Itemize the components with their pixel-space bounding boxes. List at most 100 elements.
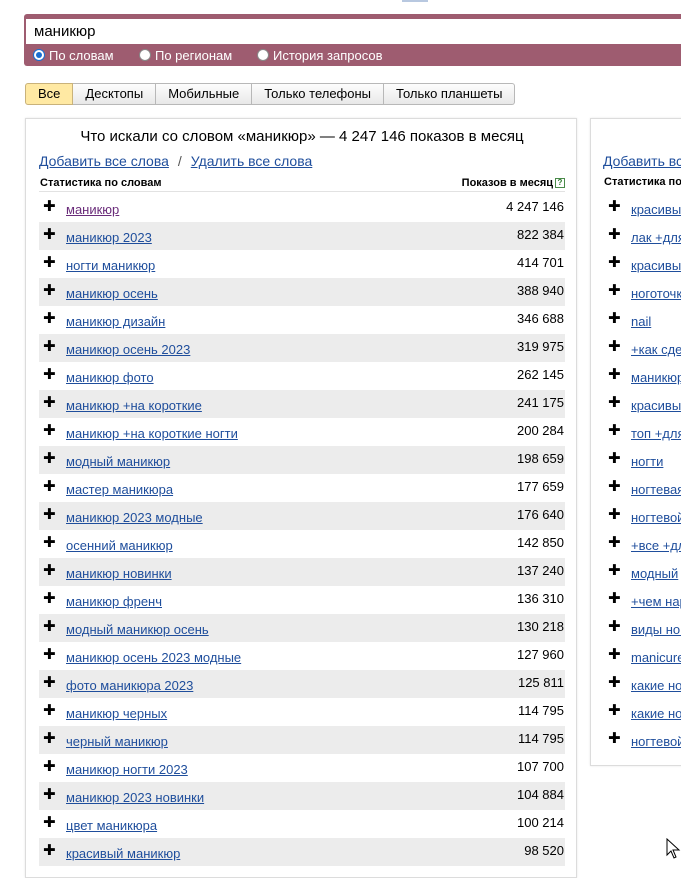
plus-icon[interactable]: ✚ bbox=[608, 449, 621, 467]
plus-icon[interactable]: ✚ bbox=[608, 337, 621, 355]
related-keyword-link[interactable]: модный bbox=[631, 566, 678, 581]
related-keyword-link[interactable]: виды ног bbox=[631, 622, 681, 637]
related-keyword-link[interactable]: ногтевая bbox=[631, 482, 681, 497]
related-keyword-link[interactable]: лак +для bbox=[631, 230, 681, 245]
plus-icon[interactable]: ✚ bbox=[43, 673, 56, 691]
plus-icon[interactable]: ✚ bbox=[608, 225, 621, 243]
related-keyword-link[interactable]: +как сде bbox=[631, 342, 681, 357]
related-keyword-link[interactable]: +чем нар bbox=[631, 594, 681, 609]
related-keyword-link[interactable]: ногти bbox=[631, 454, 663, 469]
related-keyword-link[interactable]: ногтевой bbox=[631, 734, 681, 749]
radio-by-words[interactable] bbox=[33, 49, 45, 61]
tab-all[interactable]: Все bbox=[25, 83, 74, 105]
plus-icon[interactable]: ✚ bbox=[43, 309, 56, 327]
keyword-link[interactable]: маникюр френч bbox=[66, 594, 162, 609]
mode-by-regions[interactable]: По регионам bbox=[139, 48, 257, 63]
keyword-link[interactable]: маникюр +на короткие bbox=[66, 398, 202, 413]
keyword-link[interactable]: маникюр новинки bbox=[66, 566, 172, 581]
related-keyword-link[interactable]: красивы bbox=[631, 398, 681, 413]
keyword-link[interactable]: модный маникюр осень bbox=[66, 622, 209, 637]
plus-icon[interactable]: ✚ bbox=[43, 589, 56, 607]
keyword-link[interactable]: мастер маникюра bbox=[66, 482, 173, 497]
keyword-link[interactable]: черный маникюр bbox=[66, 734, 168, 749]
plus-icon[interactable]: ✚ bbox=[43, 365, 56, 383]
related-keyword-link[interactable]: красивы bbox=[631, 202, 681, 217]
keyword-link[interactable]: красивый маникюр bbox=[66, 846, 180, 861]
plus-icon[interactable]: ✚ bbox=[608, 673, 621, 691]
plus-icon[interactable]: ✚ bbox=[608, 533, 621, 551]
plus-icon[interactable]: ✚ bbox=[608, 253, 621, 271]
radio-history[interactable] bbox=[257, 49, 269, 61]
related-keyword-link[interactable]: ноготочк bbox=[631, 286, 681, 301]
keyword-link[interactable]: маникюр 2023 новинки bbox=[66, 790, 204, 805]
plus-icon[interactable]: ✚ bbox=[608, 365, 621, 383]
plus-icon[interactable]: ✚ bbox=[43, 197, 56, 215]
plus-icon[interactable]: ✚ bbox=[608, 505, 621, 523]
tab-phones-only[interactable]: Только телефоны bbox=[252, 83, 385, 105]
related-keyword-link[interactable]: manicure bbox=[631, 650, 681, 665]
plus-icon[interactable]: ✚ bbox=[43, 281, 56, 299]
plus-icon[interactable]: ✚ bbox=[43, 253, 56, 271]
mode-history[interactable]: История запросов bbox=[257, 48, 383, 63]
keyword-link[interactable]: маникюр ногти 2023 bbox=[66, 762, 188, 777]
plus-icon[interactable]: ✚ bbox=[608, 281, 621, 299]
related-keyword-link[interactable]: какие но bbox=[631, 678, 681, 693]
plus-icon[interactable]: ✚ bbox=[43, 477, 56, 495]
keyword-link[interactable]: осенний маникюр bbox=[66, 538, 173, 553]
keyword-link[interactable]: маникюр черных bbox=[66, 706, 167, 721]
plus-icon[interactable]: ✚ bbox=[43, 505, 56, 523]
plus-icon[interactable]: ✚ bbox=[43, 813, 56, 831]
related-keyword-link[interactable]: ногтевой bbox=[631, 510, 681, 525]
plus-icon[interactable]: ✚ bbox=[608, 617, 621, 635]
plus-icon[interactable]: ✚ bbox=[608, 421, 621, 439]
plus-icon[interactable]: ✚ bbox=[43, 393, 56, 411]
keyword-link[interactable]: маникюр +на короткие ногти bbox=[66, 426, 238, 441]
plus-icon[interactable]: ✚ bbox=[608, 477, 621, 495]
related-keyword-link[interactable]: nail bbox=[631, 314, 651, 329]
plus-icon[interactable]: ✚ bbox=[608, 589, 621, 607]
add-all-words-link[interactable]: Добавить все слова bbox=[39, 153, 169, 169]
plus-icon[interactable]: ✚ bbox=[43, 701, 56, 719]
plus-icon[interactable]: ✚ bbox=[43, 617, 56, 635]
plus-icon[interactable]: ✚ bbox=[43, 757, 56, 775]
plus-icon[interactable]: ✚ bbox=[43, 449, 56, 467]
keyword-link[interactable]: ногти маникюр bbox=[66, 258, 155, 273]
mode-by-words[interactable]: По словам bbox=[33, 48, 139, 63]
radio-by-regions[interactable] bbox=[139, 49, 151, 61]
keyword-link[interactable]: маникюр 2023 bbox=[66, 230, 152, 245]
tab-desktops[interactable]: Десктопы bbox=[73, 83, 157, 105]
plus-icon[interactable]: ✚ bbox=[608, 197, 621, 215]
plus-icon[interactable]: ✚ bbox=[43, 729, 56, 747]
plus-icon[interactable]: ✚ bbox=[43, 225, 56, 243]
keyword-link[interactable]: маникюр осень 2023 модные bbox=[66, 650, 241, 665]
keyword-link[interactable]: маникюр осень bbox=[66, 286, 158, 301]
keyword-link[interactable]: маникюр bbox=[66, 202, 119, 217]
plus-icon[interactable]: ✚ bbox=[43, 337, 56, 355]
keyword-link[interactable]: цвет маникюра bbox=[66, 818, 157, 833]
plus-icon[interactable]: ✚ bbox=[608, 645, 621, 663]
related-keyword-link[interactable]: какие но bbox=[631, 706, 681, 721]
plus-icon[interactable]: ✚ bbox=[608, 309, 621, 327]
plus-icon[interactable]: ✚ bbox=[608, 729, 621, 747]
keyword-link[interactable]: модный маникюр bbox=[66, 454, 170, 469]
keyword-link[interactable]: фото маникюра 2023 bbox=[66, 678, 193, 693]
plus-icon[interactable]: ✚ bbox=[43, 841, 56, 859]
plus-icon[interactable]: ✚ bbox=[608, 393, 621, 411]
plus-icon[interactable]: ✚ bbox=[608, 701, 621, 719]
plus-icon[interactable]: ✚ bbox=[43, 561, 56, 579]
related-keyword-link[interactable]: маникюр bbox=[631, 370, 681, 385]
keyword-link[interactable]: маникюр 2023 модные bbox=[66, 510, 203, 525]
tab-mobile[interactable]: Мобильные bbox=[156, 83, 253, 105]
keyword-link[interactable]: маникюр осень 2023 bbox=[66, 342, 190, 357]
related-keyword-link[interactable]: топ +для bbox=[631, 426, 681, 441]
plus-icon[interactable]: ✚ bbox=[43, 421, 56, 439]
keyword-link[interactable]: маникюр дизайн bbox=[66, 314, 165, 329]
keyword-link[interactable]: маникюр фото bbox=[66, 370, 154, 385]
plus-icon[interactable]: ✚ bbox=[43, 533, 56, 551]
plus-icon[interactable]: ✚ bbox=[608, 561, 621, 579]
tab-tablets-only[interactable]: Только планшеты bbox=[384, 83, 516, 105]
help-icon[interactable]: ? bbox=[555, 178, 565, 188]
related-keyword-link[interactable]: +все +дл bbox=[631, 538, 681, 553]
side-add-all-link[interactable]: Добавить вс bbox=[603, 153, 681, 169]
remove-all-words-link[interactable]: Удалить все слова bbox=[191, 153, 312, 169]
